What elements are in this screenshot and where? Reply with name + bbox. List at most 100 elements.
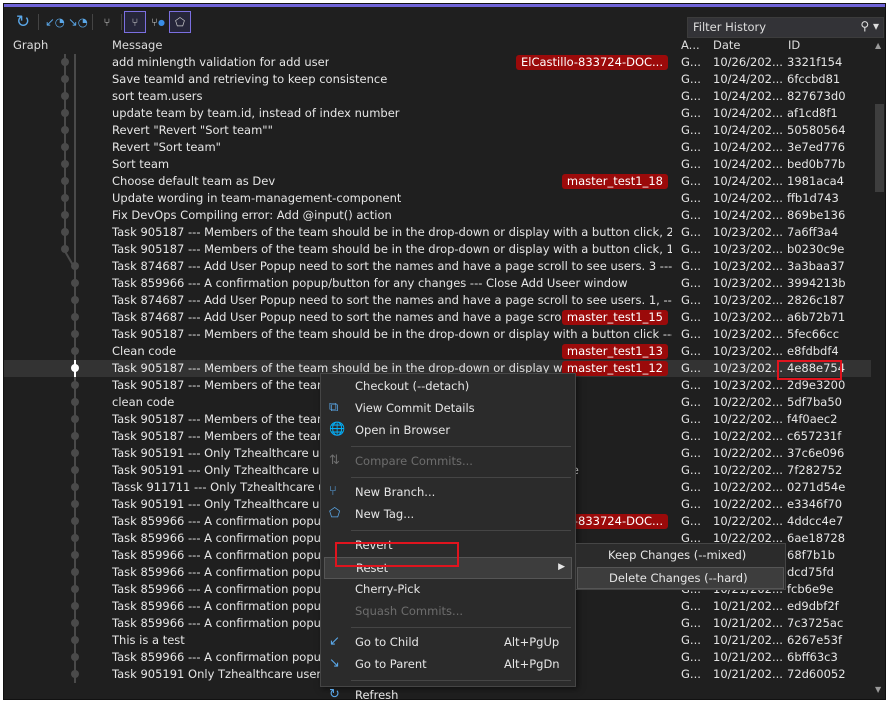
branch-graph-icon[interactable]: ⑂ <box>96 11 118 33</box>
commit-id: dcd75fd <box>787 565 834 579</box>
commit-id: 37c6e096 <box>787 446 845 460</box>
branch-badge[interactable]: o-833724-DOC... <box>561 514 668 529</box>
commit-row[interactable]: Task 874687 --- Add User Popup need to s… <box>4 258 871 275</box>
commit-id: 0271d54e <box>787 480 846 494</box>
menu-item-view-commit-details[interactable]: ⧉ View Commit Details <box>324 398 572 420</box>
commit-node <box>71 551 79 559</box>
menu-item-new-branch[interactable]: ⑂ New Branch... <box>324 482 572 504</box>
filter-history-input[interactable]: Filter History ⚲ ▾ <box>687 17 884 38</box>
view-commit-details-icon: ⧉ <box>329 400 339 415</box>
commit-author: G... <box>681 72 701 86</box>
commit-row[interactable]: Task 905187 --- Members of the team shou… <box>4 326 871 343</box>
commit-node <box>61 143 69 151</box>
branch-badge[interactable]: master_test1_12 <box>561 361 668 376</box>
commit-message: Task 905187 --- Members of the team shou… <box>112 225 672 239</box>
menu-item-open-in-browser[interactable]: 🌐 Open in Browser <box>324 420 572 442</box>
refresh-icon[interactable]: ↻ <box>12 11 34 33</box>
commit-row[interactable]: sort team.users G... 10/24/202... 827673d0 <box>4 88 871 105</box>
commit-row[interactable]: update team by team.id, instead of index… <box>4 105 871 122</box>
menu-item-new-tag[interactable]: ⬠ New Tag... <box>324 504 572 526</box>
menu-item-refresh[interactable]: ↻ Refresh <box>324 685 572 707</box>
commit-author: G... <box>681 344 701 358</box>
commit-date: 10/22/202... <box>713 412 783 426</box>
commit-author: G... <box>681 293 701 307</box>
menu-separator <box>351 477 571 478</box>
commit-row[interactable]: Task 859966 --- A confirmation popup/but… <box>4 275 871 292</box>
scroll-up-icon[interactable]: ▲ <box>875 41 881 50</box>
scroll-down-icon[interactable]: ▼ <box>875 685 881 694</box>
commit-row[interactable]: add minlength validation for add user ElC… <box>4 54 871 71</box>
commit-date: 10/22/202... <box>713 497 783 511</box>
commit-row[interactable]: Task 874687 --- Add User Popup need to s… <box>4 309 871 326</box>
show-tags-icon[interactable]: ⬠ <box>169 11 191 33</box>
menu-item-go-to-parent[interactable]: ↘ Go to Parent Alt+PgDn <box>324 654 572 676</box>
commit-date: 10/26/202... <box>713 55 783 69</box>
search-icon[interactable]: ⚲ ▾ <box>860 19 879 33</box>
commit-row[interactable]: Update wording in team-management-compon… <box>4 190 871 207</box>
commit-row[interactable]: Choose default team as Dev master_test1_1… <box>4 173 871 190</box>
menu-item-cherry-pick[interactable]: Cherry-Pick <box>324 579 572 601</box>
commit-id: 3a3baa37 <box>787 259 845 273</box>
commit-date: 10/21/202... <box>713 633 783 647</box>
toolbar-divider <box>92 14 93 30</box>
commit-message: Task 859966 --- A confirmation popup/b <box>112 599 340 613</box>
show-local-branches-icon[interactable]: ⑂ <box>124 11 146 33</box>
go-to-child-icon[interactable]: ↙◔ <box>44 11 66 33</box>
commit-id: ffb1d743 <box>787 191 839 205</box>
commit-row[interactable]: Clean code master_test1_13 G... 10/23/202..… <box>4 343 871 360</box>
commit-node <box>71 534 79 542</box>
branch-badge[interactable]: master_test1_13 <box>561 344 668 359</box>
branch-badge[interactable]: ElCastillo-833724-DOC... <box>516 55 668 70</box>
commit-author: G... <box>681 276 701 290</box>
commit-id: 5df7ba50 <box>787 395 842 409</box>
commit-node <box>71 585 79 593</box>
commit-id: ed9dbf2f <box>787 599 839 613</box>
commit-node <box>71 432 79 440</box>
commit-row[interactable]: Revert "Revert "Sort team"" G... 10/24/202… <box>4 122 871 139</box>
commit-id: 3321f154 <box>787 55 843 69</box>
branch-badge[interactable]: master_test1_18 <box>561 174 668 189</box>
commit-id: 1981aca4 <box>787 174 845 188</box>
commit-message: Task 905191 --- Only Tzhealthcare users <box>112 463 344 477</box>
commit-date: 10/24/202... <box>713 157 783 171</box>
commit-row[interactable]: Save teamId and retrieving to keep consi… <box>4 71 871 88</box>
commit-message: Task 905191 Only Tzhealthcare users sho <box>112 667 352 681</box>
commit-id: fcb6e9e <box>787 582 834 596</box>
commit-id: 4ddcc4e7 <box>787 514 844 528</box>
go-to-parent-icon: ↘ <box>329 656 340 671</box>
menu-item-label: New Branch... <box>355 485 436 499</box>
menu-item-checkout-detach[interactable]: Checkout (--detach) <box>324 376 572 398</box>
commit-author: G... <box>681 361 701 375</box>
commit-message: Task 859966 --- A confirmation popup/b <box>112 650 340 664</box>
branch-badge[interactable]: master_test1_15 <box>561 310 668 325</box>
commit-row[interactable]: Task 874687 --- Add User Popup need to s… <box>4 292 871 309</box>
submenu-arrow-icon: ▶ <box>558 562 565 572</box>
commit-author: G... <box>681 106 701 120</box>
menu-item-label: Squash Commits... <box>355 604 464 618</box>
commit-date: 10/22/202... <box>713 514 783 528</box>
commit-row[interactable]: Sort team G... 10/24/202... bed0b77b <box>4 156 871 173</box>
go-to-parent-icon[interactable]: ↘◔ <box>67 11 89 33</box>
menu-item-keep-changes-mixed[interactable]: Keep Changes (--mixed) <box>577 545 784 567</box>
scrollbar[interactable]: ▲ ▼ <box>872 38 885 698</box>
commit-message: add minlength validation for add user <box>112 55 330 69</box>
commit-node <box>71 568 79 576</box>
menu-item-delete-changes-hard[interactable]: Delete Changes (--hard) <box>577 567 784 589</box>
commit-row[interactable]: Fix DevOps Compiling error: Add @input()… <box>4 207 871 224</box>
commit-author: G... <box>681 140 701 154</box>
commit-row[interactable]: Task 905187 --- Members of the team shou… <box>4 241 871 258</box>
commit-row[interactable]: Task 905187 --- Members of the team shou… <box>4 224 871 241</box>
commit-row[interactable]: Revert "Sort team" G... 10/24/202... 3e7ed7… <box>4 139 871 156</box>
menu-separator <box>351 446 571 447</box>
toolbar-divider <box>121 14 122 30</box>
menu-item-label: Go to Child <box>355 635 419 649</box>
commit-date: 10/23/202... <box>713 242 783 256</box>
commit-id: 3994213b <box>787 276 846 290</box>
commit-date: 10/24/202... <box>713 191 783 205</box>
commit-message: Task 905187 --- Members of the team shou… <box>112 327 672 341</box>
show-remote-branches-icon[interactable]: ⑂ ● <box>147 11 169 33</box>
menu-item-go-to-child[interactable]: ↙ Go to Child Alt+PgUp <box>324 632 572 654</box>
scrollbar-thumb[interactable] <box>875 104 884 192</box>
commit-message: Choose default team as Dev <box>112 174 276 188</box>
toolbar-divider <box>38 14 39 30</box>
